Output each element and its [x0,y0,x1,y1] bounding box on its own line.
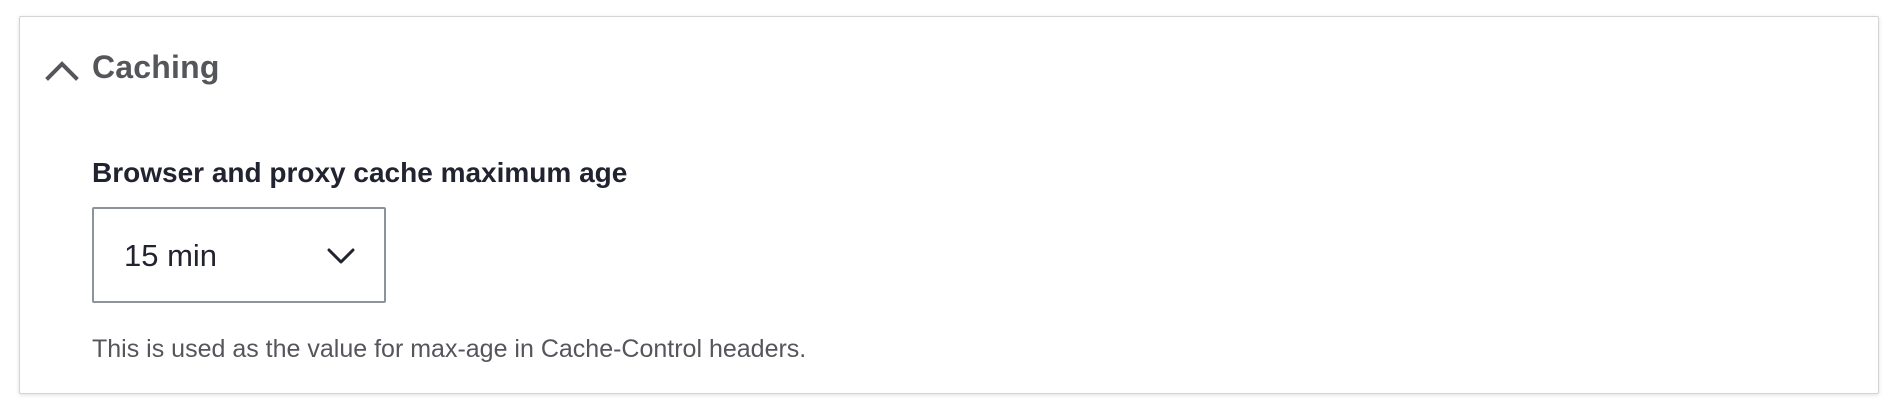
max-age-description: This is used as the value for max-age in… [92,335,807,363]
caching-content: Browser and proxy cache maximum age 15 m… [92,155,1878,363]
chevron-up-icon [44,57,80,81]
max-age-label: Browser and proxy cache maximum age [92,157,628,188]
caching-summary-toggle[interactable]: Caching [20,17,1878,117]
max-age-selected-value: 15 min [124,238,218,273]
max-age-select[interactable]: 15 min [92,207,386,303]
caching-details-panel: Caching Browser and proxy cache maximum … [19,16,1879,394]
chevron-down-icon [326,245,356,267]
section-title: Caching [92,49,220,85]
